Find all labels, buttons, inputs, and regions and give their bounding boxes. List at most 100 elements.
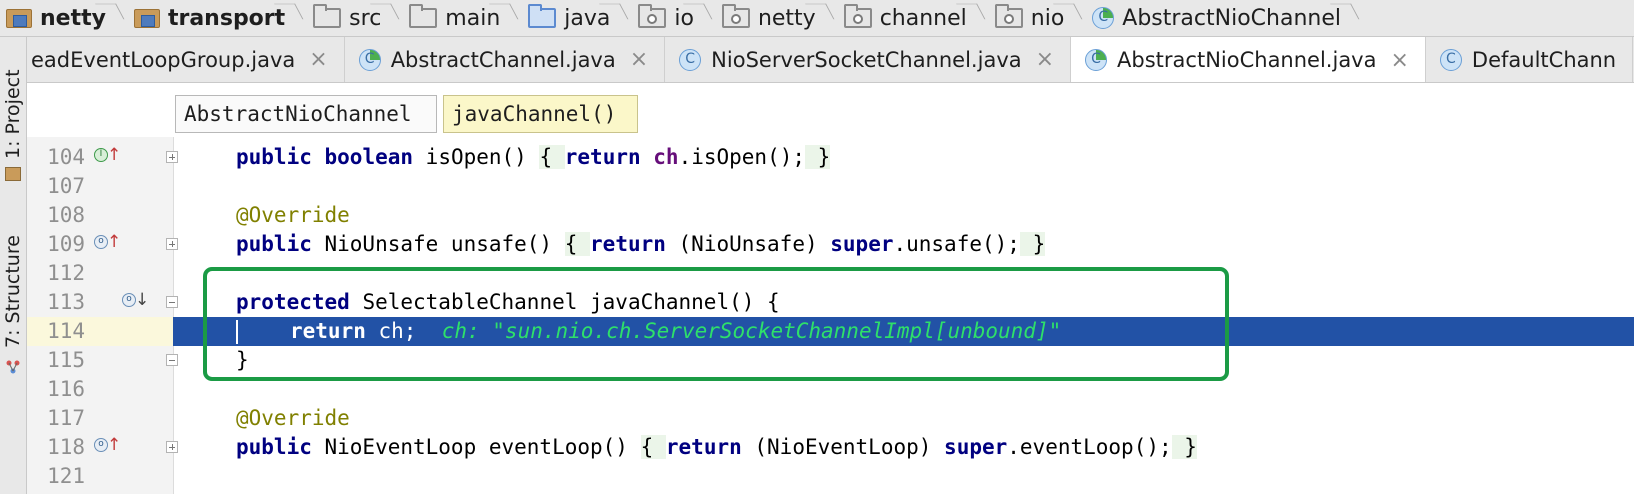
line-number: 108 [47,203,85,227]
breadcrumb-label: netty [757,5,816,31]
code-line: 113 o ↓ protected SelectableChannel javaC… [27,288,1634,317]
structure-method-crumb[interactable]: javaChannel() [443,95,638,133]
up-arrow-icon: ↑ [107,435,122,455]
tab-label: AbstractChannel.java [390,47,616,72]
package-icon [638,4,667,28]
project-folder-icon [5,167,21,181]
tab-nioserversocketchannel[interactable]: C NioServerSocketChannel.java × [665,37,1072,82]
code-line-selected: return ch; ch: "sun.nio.ch.ServerSocketC… [173,317,1634,346]
breadcrumb-abstractniochannel[interactable]: C AbstractNioChannel [1086,0,1363,36]
code-text: @Override [236,203,350,227]
overrides-icon[interactable]: o [94,235,108,249]
breadcrumb-io[interactable]: io [632,0,716,36]
line-number: 117 [47,406,85,430]
close-icon[interactable]: × [309,47,327,72]
line-number: 112 [47,261,85,285]
fold-expand-icon[interactable] [166,238,178,250]
current-line-gutter: 114 [27,317,173,346]
code-line: 115 } [27,346,1634,375]
breadcrumb-label: nio [1030,5,1065,31]
line-number: 107 [47,174,85,198]
code-text: } [236,348,249,372]
code-line: 107 [27,172,1634,201]
close-icon[interactable]: × [1036,47,1054,72]
fold-collapse-icon[interactable] [166,354,178,366]
structure-class-crumb[interactable]: AbstractNioChannel [175,95,437,133]
tab-abstractniochannel[interactable]: C AbstractNioChannel.java × [1071,37,1426,82]
breadcrumb-label: main [445,5,501,31]
breadcrumb-label: netty [40,5,106,31]
code-editor[interactable]: 104 I ↑ public boolean isOpen() { return … [27,137,1634,494]
code-text: @Override [236,406,350,430]
breadcrumb-label: channel [879,5,967,31]
close-icon[interactable]: × [630,47,648,72]
debug-inline-value: ch: "sun.nio.ch.ServerSocketChannelImpl[… [441,319,1062,343]
tab-readeventloopgroup[interactable]: eadEventLoopGroup.java × [27,37,345,82]
breadcrumb-label: transport [167,5,286,31]
line-number: 116 [47,377,85,401]
left-tool-window-strip: 1: Project 7: Structure [0,37,27,494]
folder-icon [313,4,342,28]
breadcrumb-label: java [564,5,611,31]
line-number: 113 [47,290,85,314]
line-number: 104 [47,145,85,169]
breadcrumb-label: AbstractNioChannel [1122,5,1341,31]
class-icon: C [1439,48,1462,71]
structure-icon [6,359,20,374]
editor-tab-bar: eadEventLoopGroup.java × C AbstractChannel… [27,37,1634,83]
tab-label: AbstractNioChannel.java [1117,48,1377,72]
code-line: 121 [27,462,1634,491]
breadcrumb-label: src [349,5,382,31]
tab-defaultchannel[interactable]: C DefaultChann [1426,37,1634,82]
breadcrumb-main[interactable]: main [403,0,522,36]
breadcrumb-netty-module[interactable]: netty [0,0,128,36]
breadcrumb-nio[interactable]: nio [989,0,1087,36]
structure-tool-window-button[interactable]: 7: Structure [0,227,26,357]
code-line: 108 @Override [27,201,1634,230]
line-number: 121 [47,464,85,488]
abstract-class-icon: C [358,48,381,71]
fold-expand-icon[interactable] [166,441,178,453]
folder-icon [409,4,438,28]
structure-tool-window-label: 7: Structure [2,235,24,349]
fold-collapse-icon[interactable] [166,296,178,308]
tab-abstractchannel[interactable]: C AbstractChannel.java × [345,37,666,82]
fold-expand-icon[interactable] [166,151,178,163]
breadcrumb-src[interactable]: src [307,0,403,36]
breadcrumb-transport-module[interactable]: transport [128,0,307,36]
code-text: public NioEventLoop eventLoop() { return… [236,435,1197,459]
breadcrumb-java[interactable]: java [522,0,632,36]
breadcrumb-channel[interactable]: channel [838,0,989,36]
project-tool-window-button[interactable]: 1: Project [0,51,26,177]
code-text: public boolean isOpen() { return ch.isOp… [236,145,831,169]
line-number: 114 [47,319,85,343]
overridden-icon[interactable]: o [122,293,136,307]
code-line: 109 o ↑ public NioUnsafe unsafe() { retur… [27,230,1634,259]
tab-label: NioServerSocketChannel.java [711,47,1022,72]
module-icon [6,8,32,28]
breadcrumb-netty-package[interactable]: netty [716,0,838,36]
code-line: 104 I ↑ public boolean isOpen() { return … [27,143,1634,172]
class-icon: C [679,48,702,71]
implements-icon[interactable]: I [94,148,108,162]
module-icon [133,8,160,28]
source-folder-icon [528,4,557,28]
line-number: 118 [47,435,85,459]
package-icon [994,4,1023,28]
code-text: protected SelectableChannel javaChannel(… [236,290,780,314]
navigation-bar: netty transport src main java io netty c… [0,0,1634,37]
code-line: 112 [27,259,1634,288]
tab-label: DefaultChann [1471,47,1617,72]
up-arrow-icon: ↑ [107,232,122,252]
abstract-class-icon: C [1092,7,1115,29]
close-icon[interactable]: × [1390,48,1408,73]
code-line: 117 @Override [27,404,1634,433]
structure-breadcrumb-bar: AbstractNioChannel javaChannel() [27,83,1634,138]
package-icon [843,4,872,28]
overrides-icon[interactable]: o [94,438,108,452]
down-arrow-icon: ↓ [135,290,150,310]
code-line: 118 o ↑ public NioEventLoop eventLoop() {… [27,433,1634,462]
code-line: 116 [27,375,1634,404]
project-tool-window-label: 1: Project [2,69,24,159]
line-number: 115 [47,348,85,372]
